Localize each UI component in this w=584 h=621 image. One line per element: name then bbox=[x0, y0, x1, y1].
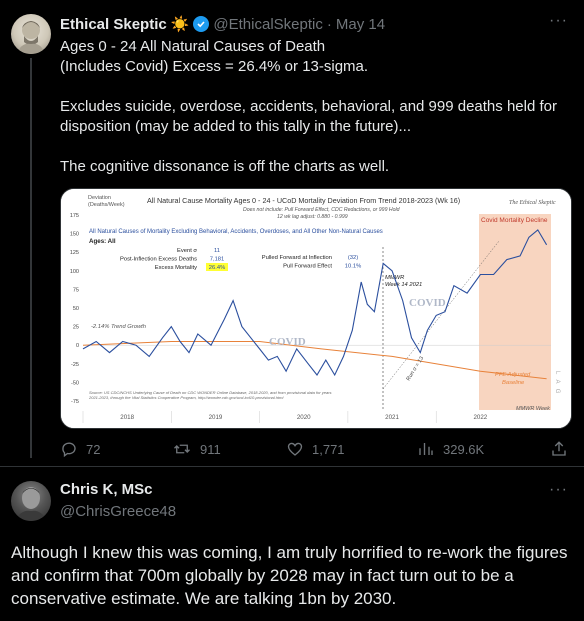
share-icon bbox=[552, 441, 566, 456]
tweet-paragraph-3: The cognitive dissonance is off the char… bbox=[60, 158, 390, 175]
y-axis-label-2: (Deaths/Week) bbox=[88, 202, 125, 208]
mmwr-week-label: MMWR Week bbox=[516, 406, 550, 412]
y-tick-label: 75 bbox=[73, 287, 79, 293]
x-tick-label: 2021 bbox=[385, 414, 399, 421]
y-axis-label-1: Deviation bbox=[88, 195, 111, 201]
chart-header-line: All Natural Causes of Mortality Excludin… bbox=[89, 229, 383, 235]
stat2-0-label: Pulled Forward at Inflection bbox=[262, 255, 332, 261]
chart-ages: Ages: All bbox=[89, 238, 116, 245]
y-tick-label: 50 bbox=[73, 306, 79, 312]
thread-connector bbox=[30, 58, 32, 458]
covid-decline-label: Covid Mortality Decline bbox=[481, 217, 548, 224]
share-button[interactable] bbox=[550, 440, 568, 458]
separator-dot: · bbox=[326, 15, 332, 33]
philosopher-bust-icon bbox=[17, 21, 45, 54]
trend-growth-label: -2.14% Trend Growth bbox=[91, 324, 146, 330]
author-name[interactable]: Ethical Skeptic bbox=[60, 16, 167, 33]
tweet-text: Ages 0 - 24 All Natural Causes of Death (… bbox=[60, 37, 572, 197]
lag-label: L A G bbox=[554, 371, 560, 395]
x-tick-label: 2022 bbox=[473, 414, 487, 421]
mmwr-label-2: Week 14 2021 bbox=[385, 282, 422, 288]
covid-watermark-1: COVID bbox=[269, 336, 306, 348]
y-tick-label: -50 bbox=[71, 380, 79, 386]
y-tick-label: 125 bbox=[70, 250, 79, 256]
reply-text: Although I knew this was coming, I am tr… bbox=[11, 543, 568, 608]
views-button[interactable]: 329.6K bbox=[417, 440, 484, 458]
tweet-reply[interactable]: Chris K, MSc @ChrisGreece48 ··· Although… bbox=[0, 467, 584, 621]
stat2-0-value: (32) bbox=[348, 255, 358, 261]
y-tick-label: -75 bbox=[71, 399, 79, 405]
stat-0-value: 11 bbox=[214, 248, 220, 254]
chart-watermark: The Ethical Skeptic bbox=[509, 200, 556, 206]
covid-watermark-2: COVID bbox=[409, 297, 446, 309]
avatar-chris-k[interactable] bbox=[11, 481, 51, 521]
tweet-paragraph-2: Excludes suicide, overdose, accidents, b… bbox=[60, 98, 557, 135]
tweet-line-2: (Includes Covid) Excess = 26.4% or 13-si… bbox=[60, 58, 369, 75]
y-tick-label: -25 bbox=[71, 362, 79, 368]
like-count: 1,771 bbox=[312, 441, 345, 457]
verified-badge-icon bbox=[193, 16, 210, 32]
tweet-line-1: Ages 0 - 24 All Natural Causes of Death bbox=[60, 38, 326, 55]
source-line-2: 2021-2023, through the Vital Statistics … bbox=[88, 395, 283, 400]
y-tick-label: 175 bbox=[70, 213, 79, 219]
y-tick-label: 150 bbox=[70, 232, 79, 238]
avatar-ethical-skeptic[interactable] bbox=[11, 14, 51, 54]
chart-subtitle-2: 12 wk lag adjust: 0.880 - 0.999 bbox=[277, 214, 348, 220]
x-tick-label: 2020 bbox=[297, 414, 311, 421]
reply-author-name[interactable]: Chris K, MSc bbox=[60, 481, 153, 498]
view-count: 329.6K bbox=[443, 441, 485, 457]
stat2-1-label: Pull Forward Effect bbox=[283, 264, 332, 270]
chart-image[interactable]: Covid Mortality Decline Deviation (Death… bbox=[60, 188, 572, 429]
pfe-label-2: Baseline bbox=[502, 380, 525, 386]
stat-2-label: Excess Mortality bbox=[155, 265, 197, 271]
reply-author-handle[interactable]: @ChrisGreece48 bbox=[60, 503, 176, 520]
chart-title: All Natural Cause Mortality Ages 0 - 24 … bbox=[147, 196, 460, 205]
retweet-button[interactable]: 911 bbox=[172, 440, 221, 458]
retweet-count: 911 bbox=[200, 441, 221, 457]
stat-2-value: 26.4% bbox=[209, 265, 225, 271]
reply-count: 72 bbox=[86, 441, 101, 457]
tweet-main[interactable]: Ethical Skeptic ☀️ @EthicalSkeptic · May… bbox=[0, 0, 584, 466]
stat-0-label: Event σ bbox=[177, 248, 197, 254]
y-tick-label: 0 bbox=[76, 343, 79, 349]
y-tick-label: 100 bbox=[70, 269, 79, 275]
sun-emoji-icon: ☀️ bbox=[170, 16, 190, 33]
reply-icon bbox=[62, 442, 76, 458]
heart-icon bbox=[287, 442, 303, 456]
pfe-label-1: PFE Adjusted bbox=[495, 372, 531, 378]
chart-subtitle-1: Does not include: Pull Forward Effect, C… bbox=[243, 207, 401, 213]
reply-button[interactable]: 72 bbox=[60, 440, 100, 458]
tweet-date[interactable]: May 14 bbox=[336, 16, 385, 33]
author-handle[interactable]: @EthicalSkeptic bbox=[213, 16, 322, 33]
tweet-header: Ethical Skeptic ☀️ @EthicalSkeptic · May… bbox=[60, 14, 385, 34]
tweet-actions: 72 911 1,771 329.6K bbox=[60, 440, 572, 460]
like-button[interactable]: 1,771 bbox=[286, 440, 345, 458]
more-options-icon[interactable]: ··· bbox=[549, 12, 568, 30]
x-tick-label: 2018 bbox=[120, 414, 134, 421]
retweet-icon bbox=[174, 444, 190, 454]
y-tick-label: 25 bbox=[73, 325, 79, 331]
stat-1-value: 7,181 bbox=[210, 257, 225, 263]
stat-1-label: Post-Inflection Excess Deaths bbox=[120, 257, 197, 263]
reply-more-options-icon[interactable]: ··· bbox=[549, 481, 568, 499]
stat2-1-value: 10.1% bbox=[345, 264, 361, 270]
profile-photo-icon bbox=[15, 487, 47, 521]
x-tick-label: 2019 bbox=[209, 414, 223, 421]
analytics-icon bbox=[419, 443, 433, 455]
